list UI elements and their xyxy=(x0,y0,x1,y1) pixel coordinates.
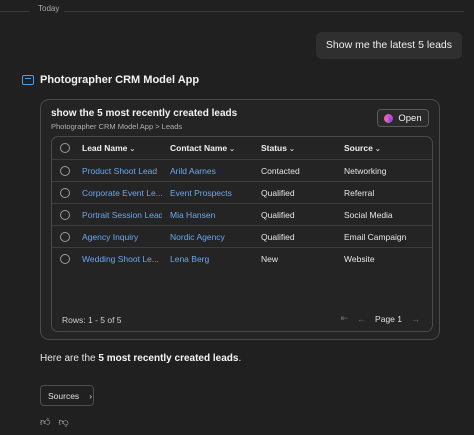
app-header: Photographer CRM Model App xyxy=(22,74,199,86)
row-select-radio[interactable] xyxy=(60,188,70,198)
chevron-down-icon: ⌄ xyxy=(129,146,136,153)
chevron-down-icon: ⌄ xyxy=(229,146,236,153)
table-row[interactable]: Portrait Session Lead Mia Hansen Qualifi… xyxy=(52,204,432,226)
open-button-label: Open xyxy=(398,112,422,124)
app-title: Photographer CRM Model App xyxy=(40,74,200,86)
table-row[interactable]: Product Shoot Lead Arild Aarnes Contacte… xyxy=(52,160,432,182)
row-select-radio[interactable] xyxy=(60,210,70,220)
date-divider: Today xyxy=(0,4,474,18)
status-cell: Qualified xyxy=(261,232,295,242)
lead-name-link[interactable]: Portrait Session Lead xyxy=(82,204,162,226)
response-prefix: Here are the xyxy=(40,353,99,364)
source-cell: Networking xyxy=(344,166,387,176)
rows-count: Rows: 1 - 5 of 5 xyxy=(62,315,122,325)
thumbs-down-icon[interactable]: 👎︎ xyxy=(58,416,68,428)
table-header-row: Lead Name ⌄ Contact Name ⌄ Status ⌄ Source ⌄ xyxy=(52,137,432,160)
column-header-label: Status xyxy=(261,143,287,153)
lead-name-link[interactable]: Agency Inquiry xyxy=(82,226,162,248)
assistant-response: Here are the 5 most recently created lea… xyxy=(40,353,241,364)
card-title: show the 5 most recently created leads xyxy=(51,108,238,119)
divider-label: Today xyxy=(38,4,60,13)
column-header-lead-name[interactable]: Lead Name ⌄ xyxy=(82,137,162,161)
page-label: Page 1 xyxy=(375,313,402,324)
feedback-bar: 👍︎ 👎︎ xyxy=(40,416,69,428)
response-suffix: . xyxy=(238,353,242,364)
lead-name-link[interactable]: Product Shoot Lead xyxy=(82,160,162,182)
status-cell: Qualified xyxy=(261,188,295,198)
column-header-label: Contact Name xyxy=(170,143,228,153)
prev-page-icon[interactable]: ← xyxy=(357,314,366,324)
lead-name-link[interactable]: Wedding Shoot Le... xyxy=(82,248,162,270)
power-apps-logo-icon xyxy=(384,113,394,123)
user-message-bubble: Show me the latest 5 leads xyxy=(315,32,462,59)
leads-grid: Lead Name ⌄ Contact Name ⌄ Status ⌄ Source ⌄… xyxy=(51,136,433,332)
pagination: ⇤ ← Page 1 → xyxy=(341,313,421,324)
response-bold: 5 most recently created leads xyxy=(98,353,239,364)
open-button[interactable]: Open xyxy=(377,109,429,127)
row-select-radio[interactable] xyxy=(60,254,70,264)
column-header-contact-name[interactable]: Contact Name ⌄ xyxy=(170,137,235,161)
sources-label: Sources xyxy=(48,390,80,401)
status-cell: New xyxy=(261,254,279,264)
column-header-status[interactable]: Status ⌄ xyxy=(261,137,295,161)
contact-name-link[interactable]: Event Prospects xyxy=(170,182,232,204)
divider-line-right xyxy=(64,11,464,12)
status-cell: Qualified xyxy=(261,210,295,220)
contact-name-link[interactable]: Mia Hansen xyxy=(170,204,215,226)
chevron-down-icon: ⌄ xyxy=(288,146,295,153)
table-row[interactable]: Wedding Shoot Le... Lena Berg New Websit… xyxy=(52,248,432,270)
column-header-label: Lead Name xyxy=(82,143,128,153)
chevron-down-icon: ⌄ xyxy=(374,146,381,153)
app-window-icon xyxy=(22,75,34,85)
contact-name-link[interactable]: Arild Aarnes xyxy=(170,160,216,182)
column-header-label: Source xyxy=(344,143,373,153)
breadcrumb: Photographer CRM Model App > Leads xyxy=(51,122,183,131)
sources-button[interactable]: Sources › xyxy=(40,385,94,406)
thumbs-up-icon[interactable]: 👍︎ xyxy=(40,416,50,428)
source-cell: Email Campaign xyxy=(344,232,407,242)
status-cell: Contacted xyxy=(261,166,300,176)
source-cell: Website xyxy=(344,254,375,264)
contact-name-link[interactable]: Nordic Agency xyxy=(170,226,225,248)
row-select-radio[interactable] xyxy=(60,166,70,176)
lead-name-link[interactable]: Corporate Event Le... xyxy=(82,182,162,204)
first-page-icon[interactable]: ⇤ xyxy=(341,313,349,324)
source-cell: Referral xyxy=(344,188,375,198)
select-all-radio[interactable] xyxy=(60,143,70,153)
chevron-right-icon: › xyxy=(89,390,93,401)
contact-name-link[interactable]: Lena Berg xyxy=(170,248,209,270)
result-card: show the 5 most recently created leads P… xyxy=(40,99,440,340)
column-header-source[interactable]: Source ⌄ xyxy=(344,137,381,161)
source-cell: Social Media xyxy=(344,210,393,220)
row-select-radio[interactable] xyxy=(60,232,70,242)
divider-line-left xyxy=(0,11,30,12)
table-row[interactable]: Agency Inquiry Nordic Agency Qualified E… xyxy=(52,226,432,248)
next-page-icon[interactable]: → xyxy=(411,314,420,324)
table-row[interactable]: Corporate Event Le... Event Prospects Qu… xyxy=(52,182,432,204)
